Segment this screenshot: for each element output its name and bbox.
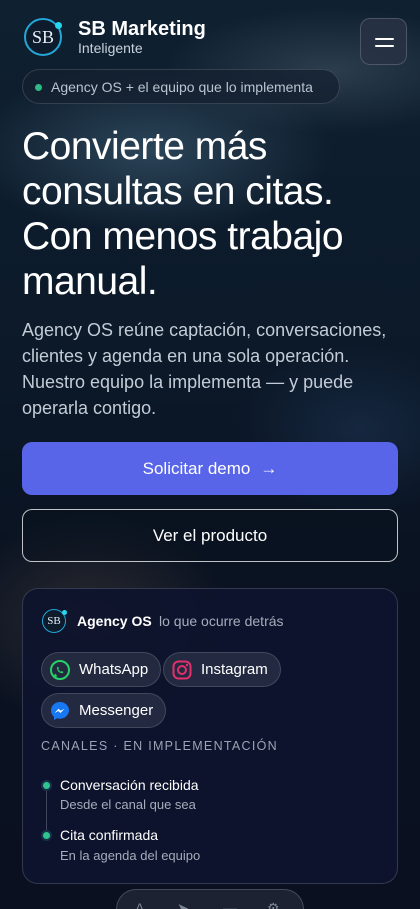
cursor-tool-icon[interactable]: ➤: [177, 900, 189, 909]
comment-tool-icon[interactable]: ▬: [223, 900, 237, 909]
brand-name: SB Marketing: [78, 18, 206, 40]
chip-messenger[interactable]: Messenger: [41, 693, 167, 728]
brand-logo[interactable]: SB: [24, 18, 62, 56]
chip-messenger-label: Messenger: [79, 702, 154, 719]
hero-title: Convierte más consultas en citas. Con me…: [22, 125, 344, 303]
settings-tool-icon[interactable]: ⚙: [267, 900, 280, 909]
card-title: Agency OS: [77, 613, 152, 629]
hamburger-icon: [375, 38, 394, 40]
menu-button[interactable]: [360, 18, 407, 65]
timeline-item-subtitle: En la agenda del equipo: [60, 848, 201, 863]
request-demo-label: Solicitar demo: [142, 458, 251, 478]
timeline-item-subtitle: Desde el canal que sea: [60, 797, 196, 812]
view-product-button[interactable]: Ver el producto: [22, 509, 398, 562]
hamburger-icon-line: [375, 45, 394, 47]
tagline-text: Agency OS + el equipo que lo implementa: [51, 78, 313, 95]
card-logo-text: SB: [47, 615, 61, 627]
hero-description: Agency OS reúne captación, conversacione…: [22, 320, 387, 418]
chip-whatsapp[interactable]: WhatsApp: [41, 652, 162, 687]
text-tool-icon[interactable]: A: [135, 900, 144, 909]
tagline-pill: Agency OS + el equipo que lo implementa: [22, 69, 340, 104]
status-dot: [35, 84, 42, 91]
timeline-dot: [41, 780, 52, 791]
logo-dot: [55, 22, 62, 29]
logo-text: SB: [31, 26, 55, 47]
channels-section-label: CANALES · EN IMPLEMENTACIÓN: [41, 739, 278, 753]
card-subtitle: lo que ocurre detrás: [159, 613, 284, 629]
chip-instagram-label: Instagram: [201, 661, 268, 678]
card-logo: SB: [42, 609, 67, 633]
request-demo-button[interactable]: Solicitar demo →: [22, 442, 398, 495]
whatsapp-icon: [49, 659, 71, 681]
timeline-line: [46, 789, 47, 835]
arrow-right-icon: →: [260, 458, 278, 478]
chip-instagram[interactable]: Instagram: [163, 652, 281, 687]
chip-whatsapp-label: WhatsApp: [79, 661, 149, 678]
brand-subtitle: Inteligente: [78, 40, 143, 56]
timeline-item-title: Conversación recibida: [60, 777, 199, 793]
instagram-icon: [171, 659, 193, 681]
site-header: SB SB Marketing Inteligente: [0, 0, 420, 80]
brand: SB Marketing Inteligente: [78, 18, 206, 56]
card-logo-dot: [62, 610, 67, 615]
timeline-item-title: Cita confirmada: [60, 827, 159, 843]
messenger-icon: [49, 700, 71, 722]
view-product-label: Ver el producto: [152, 525, 268, 545]
agency-os-card: SB Agency OS lo que ocurre detrás WhatsA…: [22, 588, 398, 884]
timeline-dot: [41, 830, 52, 841]
floating-dock: A ➤ ▬ ⚙: [116, 889, 304, 909]
